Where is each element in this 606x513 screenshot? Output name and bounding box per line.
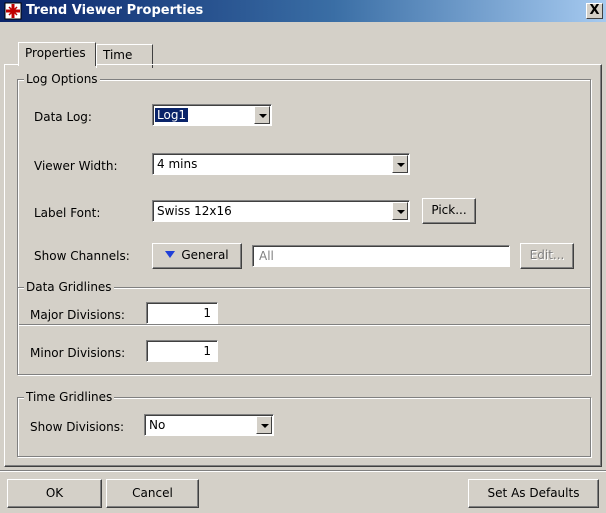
minor-divisions-input[interactable]: 1 <box>146 340 218 362</box>
viewer-width-label: Viewer Width: <box>34 159 118 173</box>
data-log-label: Data Log: <box>34 110 92 124</box>
tab-time-label: Time <box>103 48 133 62</box>
chevron-down-icon[interactable] <box>392 202 408 220</box>
label-font-select[interactable]: Swiss 12x16 <box>152 200 410 222</box>
cancel-button[interactable]: Cancel <box>106 479 199 508</box>
minor-divisions-label: Minor Divisions: <box>30 346 126 360</box>
label-font-label: Label Font: <box>34 206 101 220</box>
chevron-down-icon[interactable] <box>254 106 270 124</box>
data-gridlines-title: Data Gridlines <box>24 280 114 294</box>
channels-field: All <box>252 245 510 267</box>
show-divisions-label: Show Divisions: <box>30 420 125 434</box>
tab-properties[interactable]: Properties <box>18 42 96 66</box>
show-divisions-select[interactable]: No <box>144 414 274 436</box>
show-channels-label: Show Channels: <box>34 249 130 263</box>
dialog-window: Trend Viewer Properties X Properties Tim… <box>0 0 606 513</box>
channels-button-label: General <box>181 248 229 262</box>
data-log-select[interactable]: Log1 <box>152 104 272 126</box>
time-gridlines-group: Time Gridlines Show Divisions: No <box>17 390 591 457</box>
log-options-title: Log Options <box>24 72 100 86</box>
data-gridlines-group: Data Gridlines Major Divisions: 1 Minor … <box>17 280 591 375</box>
title-bar[interactable]: Trend Viewer Properties X <box>0 0 606 22</box>
data-log-value: Log1 <box>153 107 190 123</box>
time-gridlines-title: Time Gridlines <box>24 390 115 404</box>
viewer-width-value: 4 mins <box>157 157 198 171</box>
set-as-defaults-button[interactable]: Set As Defaults <box>468 479 599 508</box>
chevron-down-icon[interactable] <box>256 416 272 434</box>
channels-value: All <box>259 249 274 263</box>
ok-button[interactable]: OK <box>7 479 102 508</box>
edit-channels-button[interactable]: Edit... <box>520 243 574 269</box>
triangle-down-icon <box>165 251 176 258</box>
label-font-value: Swiss 12x16 <box>157 204 232 218</box>
close-button[interactable]: X <box>586 3 603 19</box>
viewer-width-select[interactable]: 4 mins <box>152 153 410 175</box>
show-divisions-value: No <box>149 418 166 432</box>
major-divisions-value: 1 <box>203 306 211 320</box>
footer-separator <box>0 470 606 472</box>
window-title: Trend Viewer Properties <box>26 3 204 18</box>
trend-viewer-app-icon <box>4 2 22 20</box>
chevron-down-icon[interactable] <box>392 155 408 173</box>
pick-font-button[interactable]: Pick... <box>422 198 476 224</box>
minor-divisions-value: 1 <box>203 344 211 358</box>
tab-panel-properties: Log Options Data Log: Log1 Viewer Width:… <box>4 64 602 467</box>
major-divisions-label: Major Divisions: <box>30 308 125 322</box>
channels-dropdown-button[interactable]: General <box>152 243 242 269</box>
tab-properties-label: Properties <box>25 46 86 60</box>
major-divisions-input[interactable]: 1 <box>146 302 218 324</box>
